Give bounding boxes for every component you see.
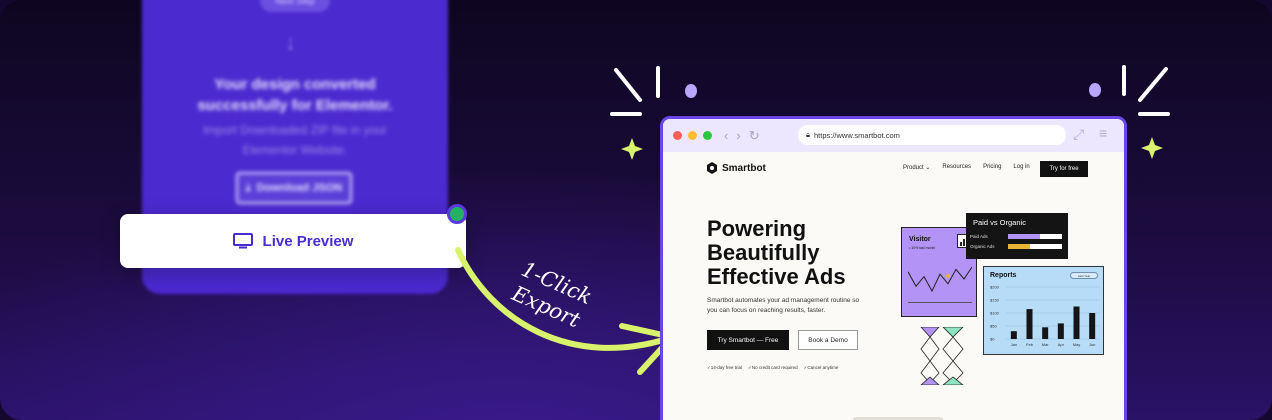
paid-vs-organic-card: Paid vs Organic Paid Ads Organic Ads [966,213,1068,259]
promo-stage: Next Step ↓ Your design converted succes… [0,0,1272,420]
reload-icon[interactable]: ↻ [749,128,760,144]
back-icon[interactable]: ‹ [724,128,728,143]
burst-line [1138,67,1168,102]
y-tick-label: $200 [990,285,1000,290]
check-item: ✓14-day free trial [707,365,743,370]
brand[interactable]: Smartbot [706,162,766,174]
paid-ads-bar [1008,234,1062,239]
hero-title-line: Effective Ads [707,264,846,289]
feature-checks: ✓14-day free trial ✓No credit card requi… [707,365,838,371]
forward-icon[interactable]: › [736,128,740,143]
try-for-free-button[interactable]: Try for free [1040,161,1088,177]
organic-ads-label: Organic Ads [970,244,995,249]
burst-line [614,68,642,102]
maximize-dot[interactable] [703,131,712,140]
hero-title-line: Powering [707,216,807,241]
x-tick-label: May [1073,342,1081,347]
organic-ads-bar [1008,244,1062,249]
x-tick-label: Jun [1089,342,1095,347]
url-text: https://www.smartbot.com [814,130,900,140]
sparkle-icon [621,138,643,160]
x-tick-label: Jan [1011,342,1017,347]
hero-title: Powering Beautifully Effective Ads [707,217,897,289]
x-tick-label: Feb [1026,342,1034,347]
hourglass-graphic [920,327,964,385]
nav-product[interactable]: Product ⌄ [903,164,930,171]
hero-title-line: Beautifully [707,240,820,265]
lavender-dot [685,84,697,98]
smartbot-logo-icon [707,162,717,174]
lavender-dot [1089,83,1101,97]
y-tick-label: $100 [990,311,1000,316]
visitor-subtitle: • 10% last month [909,246,936,250]
book-demo-button[interactable]: Book a Demo [798,330,858,350]
close-dot[interactable] [673,131,682,140]
sparkle-icon [1141,137,1163,159]
site-header: Smartbot Product ⌄ Resources Pricing Log… [663,152,1124,182]
check-item: ✓Cancel anytime [803,365,839,370]
address-bar[interactable]: 🔒︎ https://www.smartbot.com [798,125,1066,145]
browser-window: ‹ › ↻ 🔒︎ https://www.smartbot.com ⤢ ≡ Sm… [660,116,1127,420]
nav-login[interactable]: Log in [1013,164,1029,171]
reports-card: Reports Last Year $200 $150 $100 $50 $0 Jan Fe… [983,266,1104,355]
report-bar [1042,327,1049,339]
browser-toolbar: ‹ › ↻ 🔒︎ https://www.smartbot.com ⤢ ≡ [663,119,1124,152]
x-tick-label: Apr [1058,342,1065,347]
visitor-trend-line [908,266,972,293]
x-tick-label: Mar [1042,342,1050,347]
organic-ads-fill [1008,244,1030,249]
nav-pricing[interactable]: Pricing [983,164,1001,171]
paid-ads-fill [1008,234,1041,239]
brand-name: Smartbot [722,162,766,174]
visitor-axis-line [908,302,972,303]
site-nav-links: Product ⌄ Resources Pricing Log in [903,164,1030,171]
visitor-trend-chart [908,266,972,293]
y-tick-label: $150 [990,298,1000,303]
visitor-title: Visitor [909,236,931,243]
menu-icon[interactable]: ≡ [1099,125,1107,141]
minimize-dot[interactable] [688,131,697,140]
report-bar [1026,309,1033,339]
reports-filter[interactable]: Last Year [1070,272,1098,279]
expand-icon[interactable]: ⤢ [1073,126,1084,143]
report-bar [1057,323,1064,339]
paid-ads-label: Paid Ads [970,234,988,239]
hero-subtitle: Smartbot automates your ad management ro… [707,297,860,314]
report-bar [1089,313,1096,339]
paid-title: Paid vs Organic [973,218,1026,227]
nav-resources[interactable]: Resources [942,164,971,171]
try-smartbot-button[interactable]: Try Smartbot — Free [707,330,789,350]
lock-icon: 🔒︎ [806,130,810,139]
report-bar [1010,331,1017,339]
y-tick-label: $50 [990,324,997,329]
check-item: ✓No credit card required [748,365,798,370]
y-tick-label: $0 [990,337,995,342]
reports-bar-chart: $200 $150 $100 $50 $0 Jan Feb Mar Apr May Jun [990,285,1100,347]
visitor-trend-point [946,274,950,278]
reports-title: Reports [990,272,1017,279]
report-bar [1073,306,1080,339]
